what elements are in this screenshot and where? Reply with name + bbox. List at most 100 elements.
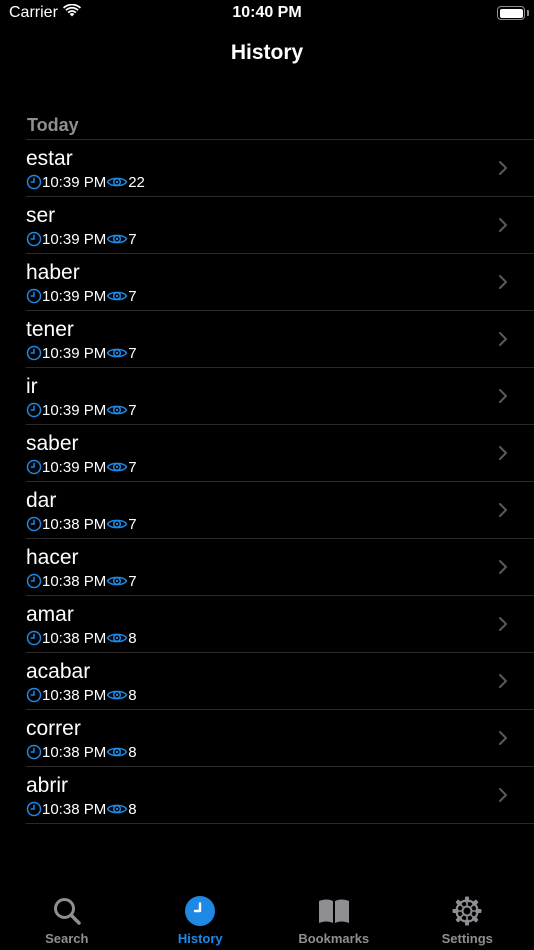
chevron-right-icon xyxy=(498,274,508,295)
section-header: Today xyxy=(27,115,79,135)
clock-icon xyxy=(26,687,42,703)
chevron-right-icon xyxy=(498,616,508,637)
view-count: 7 xyxy=(128,458,137,476)
eye-icon xyxy=(106,745,128,759)
word-label: estar xyxy=(26,147,73,170)
list-item[interactable]: haber 10:39 PM 7 xyxy=(26,254,534,311)
battery-cap xyxy=(527,10,529,16)
view-count: 7 xyxy=(128,572,137,590)
word-label: amar xyxy=(26,603,74,626)
chevron-right-icon xyxy=(498,502,508,523)
view-count: 7 xyxy=(128,401,137,419)
eye-icon xyxy=(106,403,128,417)
battery-level xyxy=(499,8,523,18)
eye-icon xyxy=(106,232,128,246)
word-label: ser xyxy=(26,204,56,227)
eye-icon xyxy=(106,802,128,816)
list-item[interactable]: ir 10:39 PM 7 xyxy=(26,368,534,425)
chevron-right-icon xyxy=(498,559,508,580)
chevron-right-icon xyxy=(498,388,508,409)
view-count: 8 xyxy=(128,629,137,647)
tab-label: Bookmarks xyxy=(298,931,370,946)
chevron-right-icon xyxy=(498,160,508,181)
list-item[interactable]: saber 10:39 PM 7 xyxy=(26,425,534,482)
tab-history[interactable]: History xyxy=(134,884,268,950)
row-meta: 10:38 PM 7 xyxy=(26,515,137,533)
clock-icon xyxy=(26,345,42,361)
chevron-right-icon xyxy=(498,331,508,352)
view-count: 7 xyxy=(128,515,137,533)
list-item[interactable]: abrir 10:38 PM 8 xyxy=(26,767,534,824)
list-item[interactable]: correr 10:38 PM 8 xyxy=(26,710,534,767)
word-label: hacer xyxy=(26,546,79,569)
list-item[interactable]: dar 10:38 PM 7 xyxy=(26,482,534,539)
book-icon xyxy=(317,896,351,931)
tab-search[interactable]: Search xyxy=(0,884,134,950)
word-label: dar xyxy=(26,489,57,512)
row-meta: 10:38 PM 8 xyxy=(26,629,137,647)
timestamp: 10:38 PM xyxy=(42,629,107,647)
word-label: correr xyxy=(26,717,81,740)
eye-icon xyxy=(106,688,128,702)
tab-bar: Search History Bookmarks Settings xyxy=(0,884,534,950)
view-count: 7 xyxy=(128,287,137,305)
list-item[interactable]: estar 10:39 PM 22 xyxy=(26,140,534,197)
clock-icon xyxy=(26,288,42,304)
list-item[interactable]: hacer 10:38 PM 7 xyxy=(26,539,534,596)
timestamp: 10:39 PM xyxy=(42,287,107,305)
view-count: 7 xyxy=(128,344,137,362)
clock-icon xyxy=(26,573,42,589)
view-count: 8 xyxy=(128,686,137,704)
view-count: 8 xyxy=(128,800,137,818)
eye-icon xyxy=(106,289,128,303)
list-item[interactable]: ser 10:39 PM 7 xyxy=(26,197,534,254)
eye-icon xyxy=(106,631,128,645)
chevron-right-icon xyxy=(498,445,508,466)
clock-icon xyxy=(26,744,42,760)
tab-label: Search xyxy=(45,931,89,946)
tab-settings[interactable]: Settings xyxy=(401,884,534,950)
list-item[interactable]: acabar 10:38 PM 8 xyxy=(26,653,534,710)
clock-icon xyxy=(26,630,42,646)
row-meta: 10:38 PM 8 xyxy=(26,686,137,704)
eye-icon xyxy=(106,346,128,360)
view-count: 7 xyxy=(128,230,137,248)
row-meta: 10:39 PM 22 xyxy=(26,173,145,191)
search-icon xyxy=(52,896,82,931)
row-meta: 10:39 PM 7 xyxy=(26,458,137,476)
history-list: estar 10:39 PM 22 ser 10:39 PM 7 haber 10:39 PM… xyxy=(26,139,534,824)
timestamp: 10:38 PM xyxy=(42,515,107,533)
timestamp: 10:39 PM xyxy=(42,458,107,476)
row-meta: 10:38 PM 8 xyxy=(26,743,137,761)
word-label: haber xyxy=(26,261,80,284)
page-title: History xyxy=(230,41,304,64)
tab-label: History xyxy=(177,931,223,946)
word-label: tener xyxy=(26,318,74,341)
chevron-right-icon xyxy=(498,787,508,808)
view-count: 22 xyxy=(128,173,145,191)
list-item[interactable]: amar 10:38 PM 8 xyxy=(26,596,534,653)
timestamp: 10:38 PM xyxy=(42,686,107,704)
row-meta: 10:39 PM 7 xyxy=(26,344,137,362)
timestamp: 10:38 PM xyxy=(42,743,107,761)
row-meta: 10:39 PM 7 xyxy=(26,287,137,305)
clock-icon xyxy=(26,402,42,418)
status-bar: Carrier 10:40 PM xyxy=(0,0,534,30)
timestamp: 10:38 PM xyxy=(42,800,107,818)
clock-icon xyxy=(26,516,42,532)
row-meta: 10:38 PM 7 xyxy=(26,572,137,590)
list-item[interactable]: tener 10:39 PM 7 xyxy=(26,311,534,368)
tab-bookmarks[interactable]: Bookmarks xyxy=(267,884,401,950)
row-meta: 10:39 PM 7 xyxy=(26,230,137,248)
chevron-right-icon xyxy=(498,217,508,238)
chevron-right-icon xyxy=(498,730,508,751)
eye-icon xyxy=(106,175,128,189)
timestamp: 10:39 PM xyxy=(42,344,107,362)
status-time: 10:40 PM xyxy=(232,4,302,21)
view-count: 8 xyxy=(128,743,137,761)
clock-icon xyxy=(26,459,42,475)
clock-icon xyxy=(185,896,216,931)
row-meta: 10:38 PM 8 xyxy=(26,800,137,818)
clock-icon xyxy=(26,231,42,247)
gear-icon xyxy=(452,896,482,931)
